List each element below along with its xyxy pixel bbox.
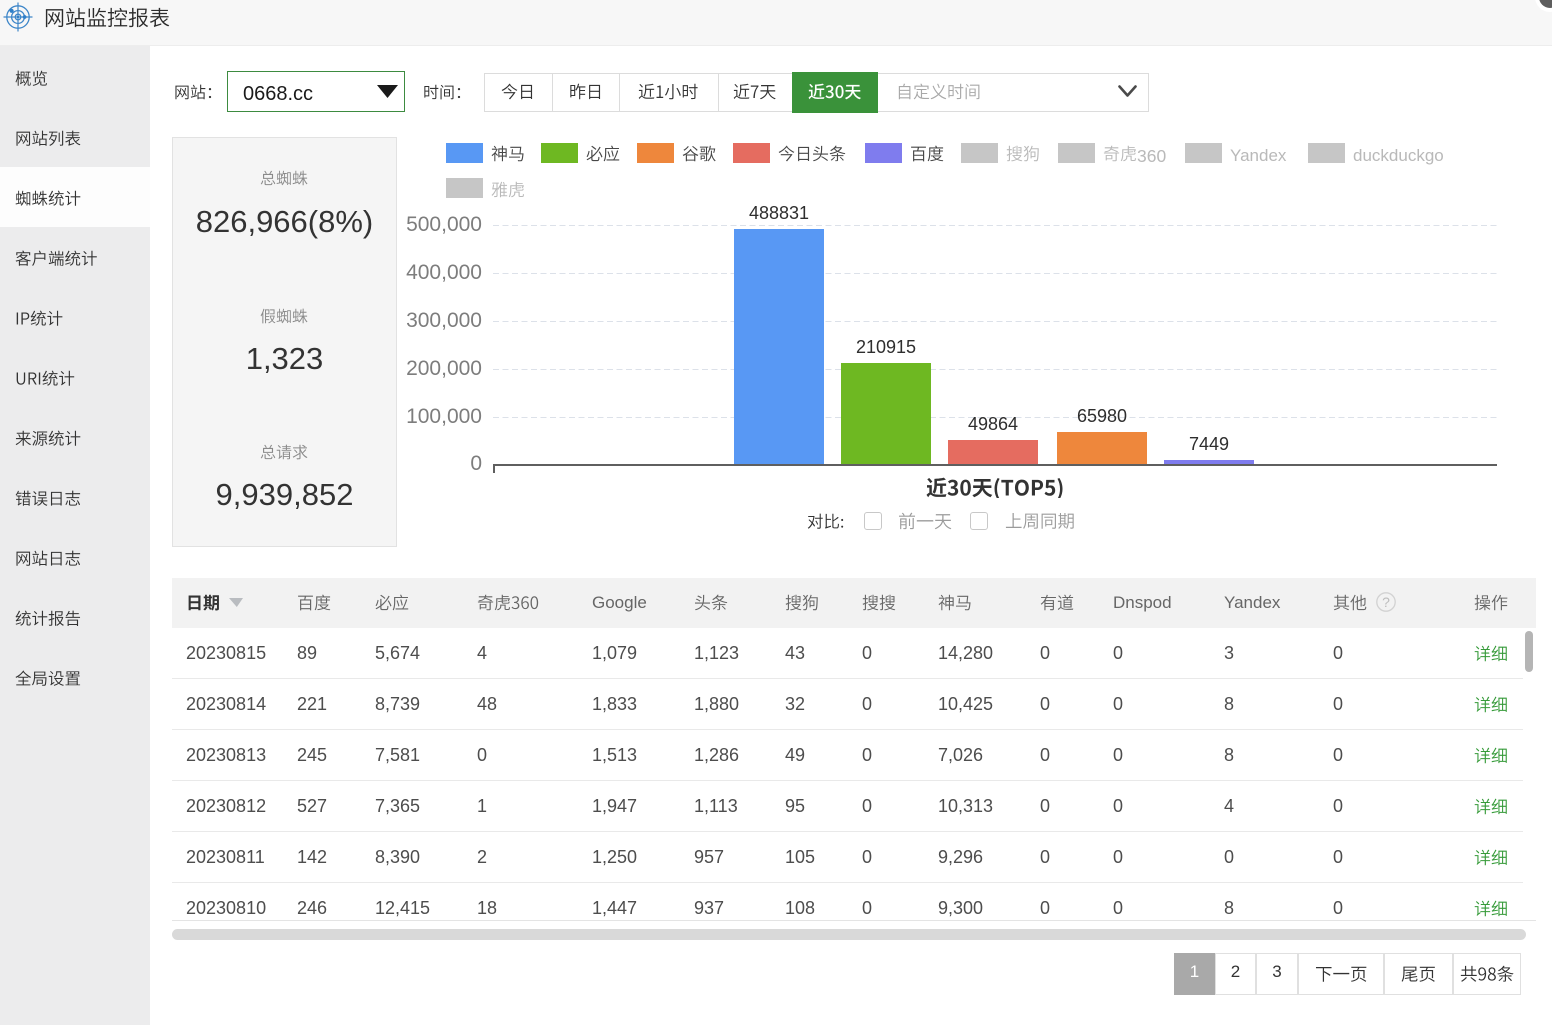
svg-text:?: ? — [1382, 594, 1390, 610]
